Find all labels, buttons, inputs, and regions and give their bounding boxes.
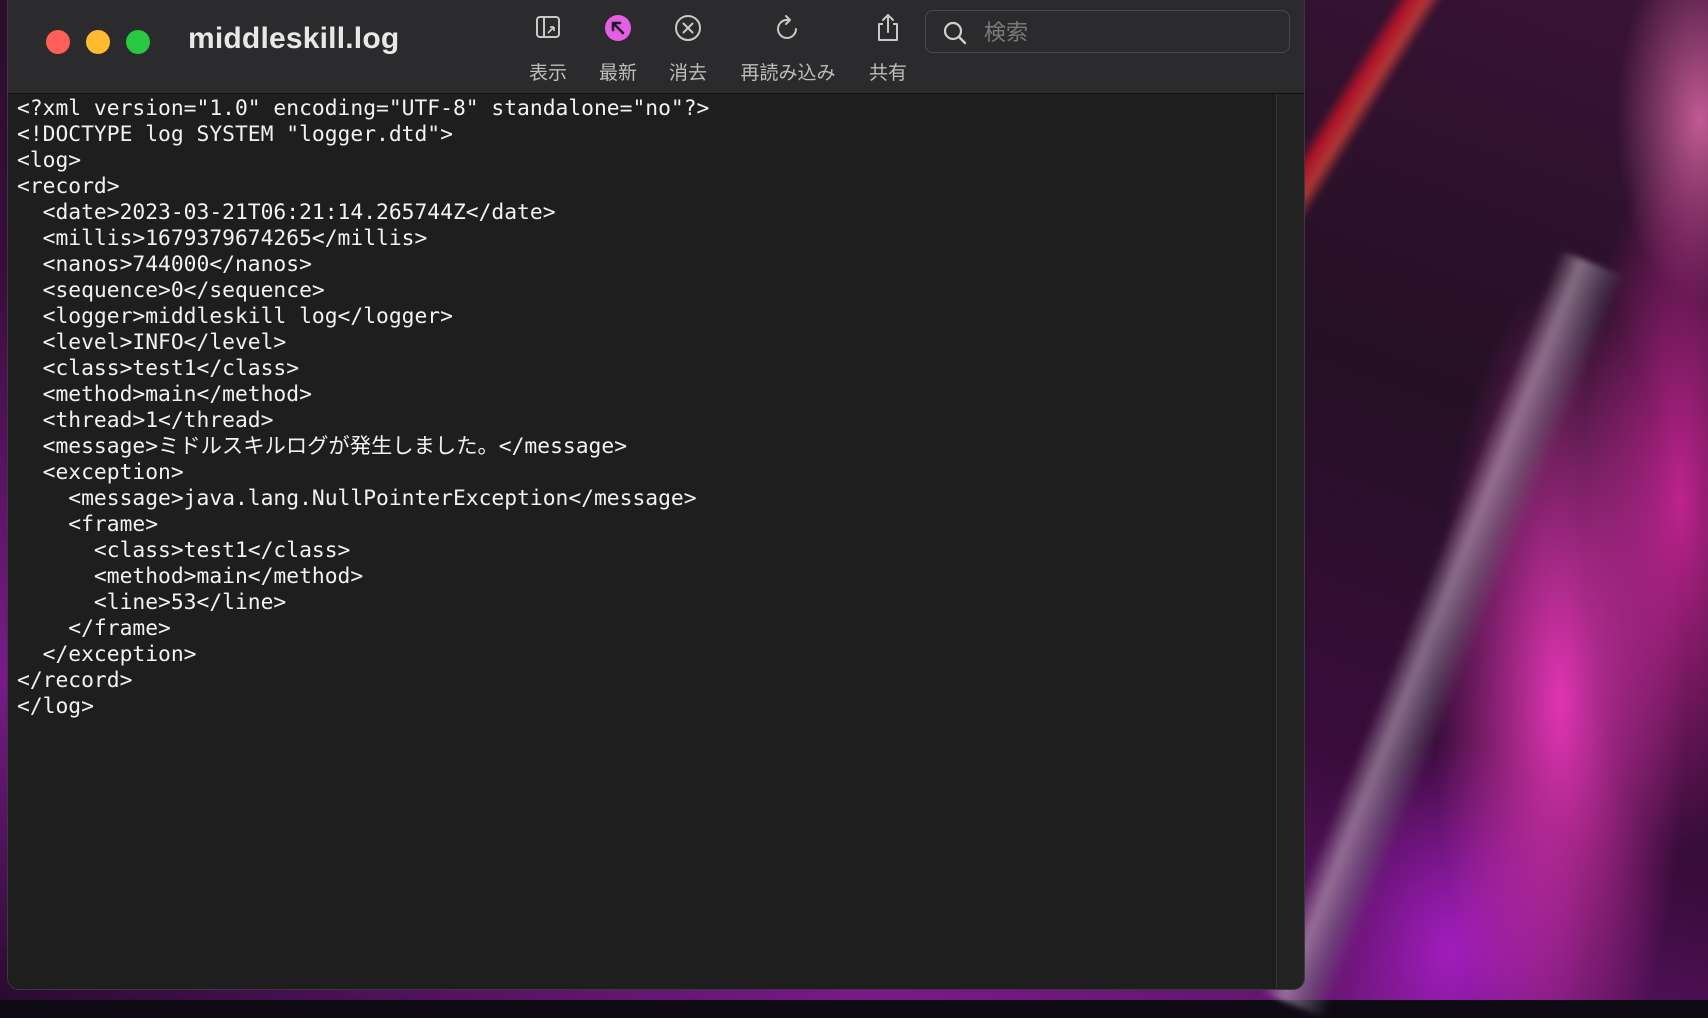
log-line: <class>test1</class> [17,538,351,563]
clear-button-label: 消去 [668,62,707,84]
log-text: <?xml version="1.0" encoding="UTF-8" sta… [8,94,1276,720]
log-line: <log> [17,148,82,173]
latest-button[interactable]: 最新 [586,12,650,85]
minimize-window-button[interactable] [86,30,110,54]
log-line: </frame> [17,616,171,641]
show-sidebar-icon [536,16,560,38]
log-line: <method>main</method> [17,564,364,589]
search-field[interactable] [925,10,1290,53]
log-line: <logger>middleskill log</logger> [17,304,453,329]
log-line: </exception> [17,642,197,667]
vertical-scrollbar[interactable] [1276,94,1304,989]
log-line: <thread>1</thread> [17,408,274,433]
log-line: <level>INFO</level> [17,330,287,355]
window-toolbar: middleskill.log 表示 最新 消去 再読み込み 共有 検索 [8,0,1304,94]
show-button-label: 表示 [528,62,567,84]
log-line: <record> [17,174,120,199]
share-button[interactable]: 共有 [856,12,920,85]
window-title: middleskill.log [188,22,400,55]
log-line: <millis>1679379674265</millis> [17,226,428,251]
search-input[interactable] [982,15,1276,51]
close-window-button[interactable] [46,30,70,54]
arrow-up-left-icon [605,15,631,41]
log-line: <sequence>0</sequence> [17,278,325,303]
share-button-label: 共有 [868,62,907,84]
console-window: middleskill.log 表示 最新 消去 再読み込み 共有 検索 <?x… [7,0,1305,990]
share-icon [878,14,898,41]
reload-button-label: 再読み込み [740,62,836,84]
log-line: <line>53</line> [17,590,287,615]
reload-button[interactable]: 再読み込み [733,12,843,85]
log-line: </log> [17,694,94,719]
log-line: <?xml version="1.0" encoding="UTF-8" sta… [17,96,710,121]
maximize-window-button[interactable] [126,30,150,54]
log-line: <nanos>744000</nanos> [17,252,312,277]
show-button[interactable]: 表示 [516,12,580,85]
log-content-area[interactable]: <?xml version="1.0" encoding="UTF-8" sta… [8,94,1276,989]
search-icon [943,21,967,45]
log-line: <date>2023-03-21T06:21:14.265744Z</date> [17,200,556,225]
log-line: <exception> [17,460,184,485]
clear-circle-x-icon [675,15,701,41]
clear-button[interactable]: 消去 [656,12,720,85]
log-line: <message>ミドルスキルログが発生しました。</message> [17,434,628,459]
latest-button-label: 最新 [598,62,637,84]
log-line: <class>test1</class> [17,356,300,381]
log-line: <frame> [17,512,159,537]
log-line: <method>main</method> [17,382,312,407]
log-line: </record> [17,668,133,693]
log-line: <message>java.lang.NullPointerException<… [17,486,697,511]
log-line: <!DOCTYPE log SYSTEM "logger.dtd"> [17,122,453,147]
reload-icon [777,15,797,39]
